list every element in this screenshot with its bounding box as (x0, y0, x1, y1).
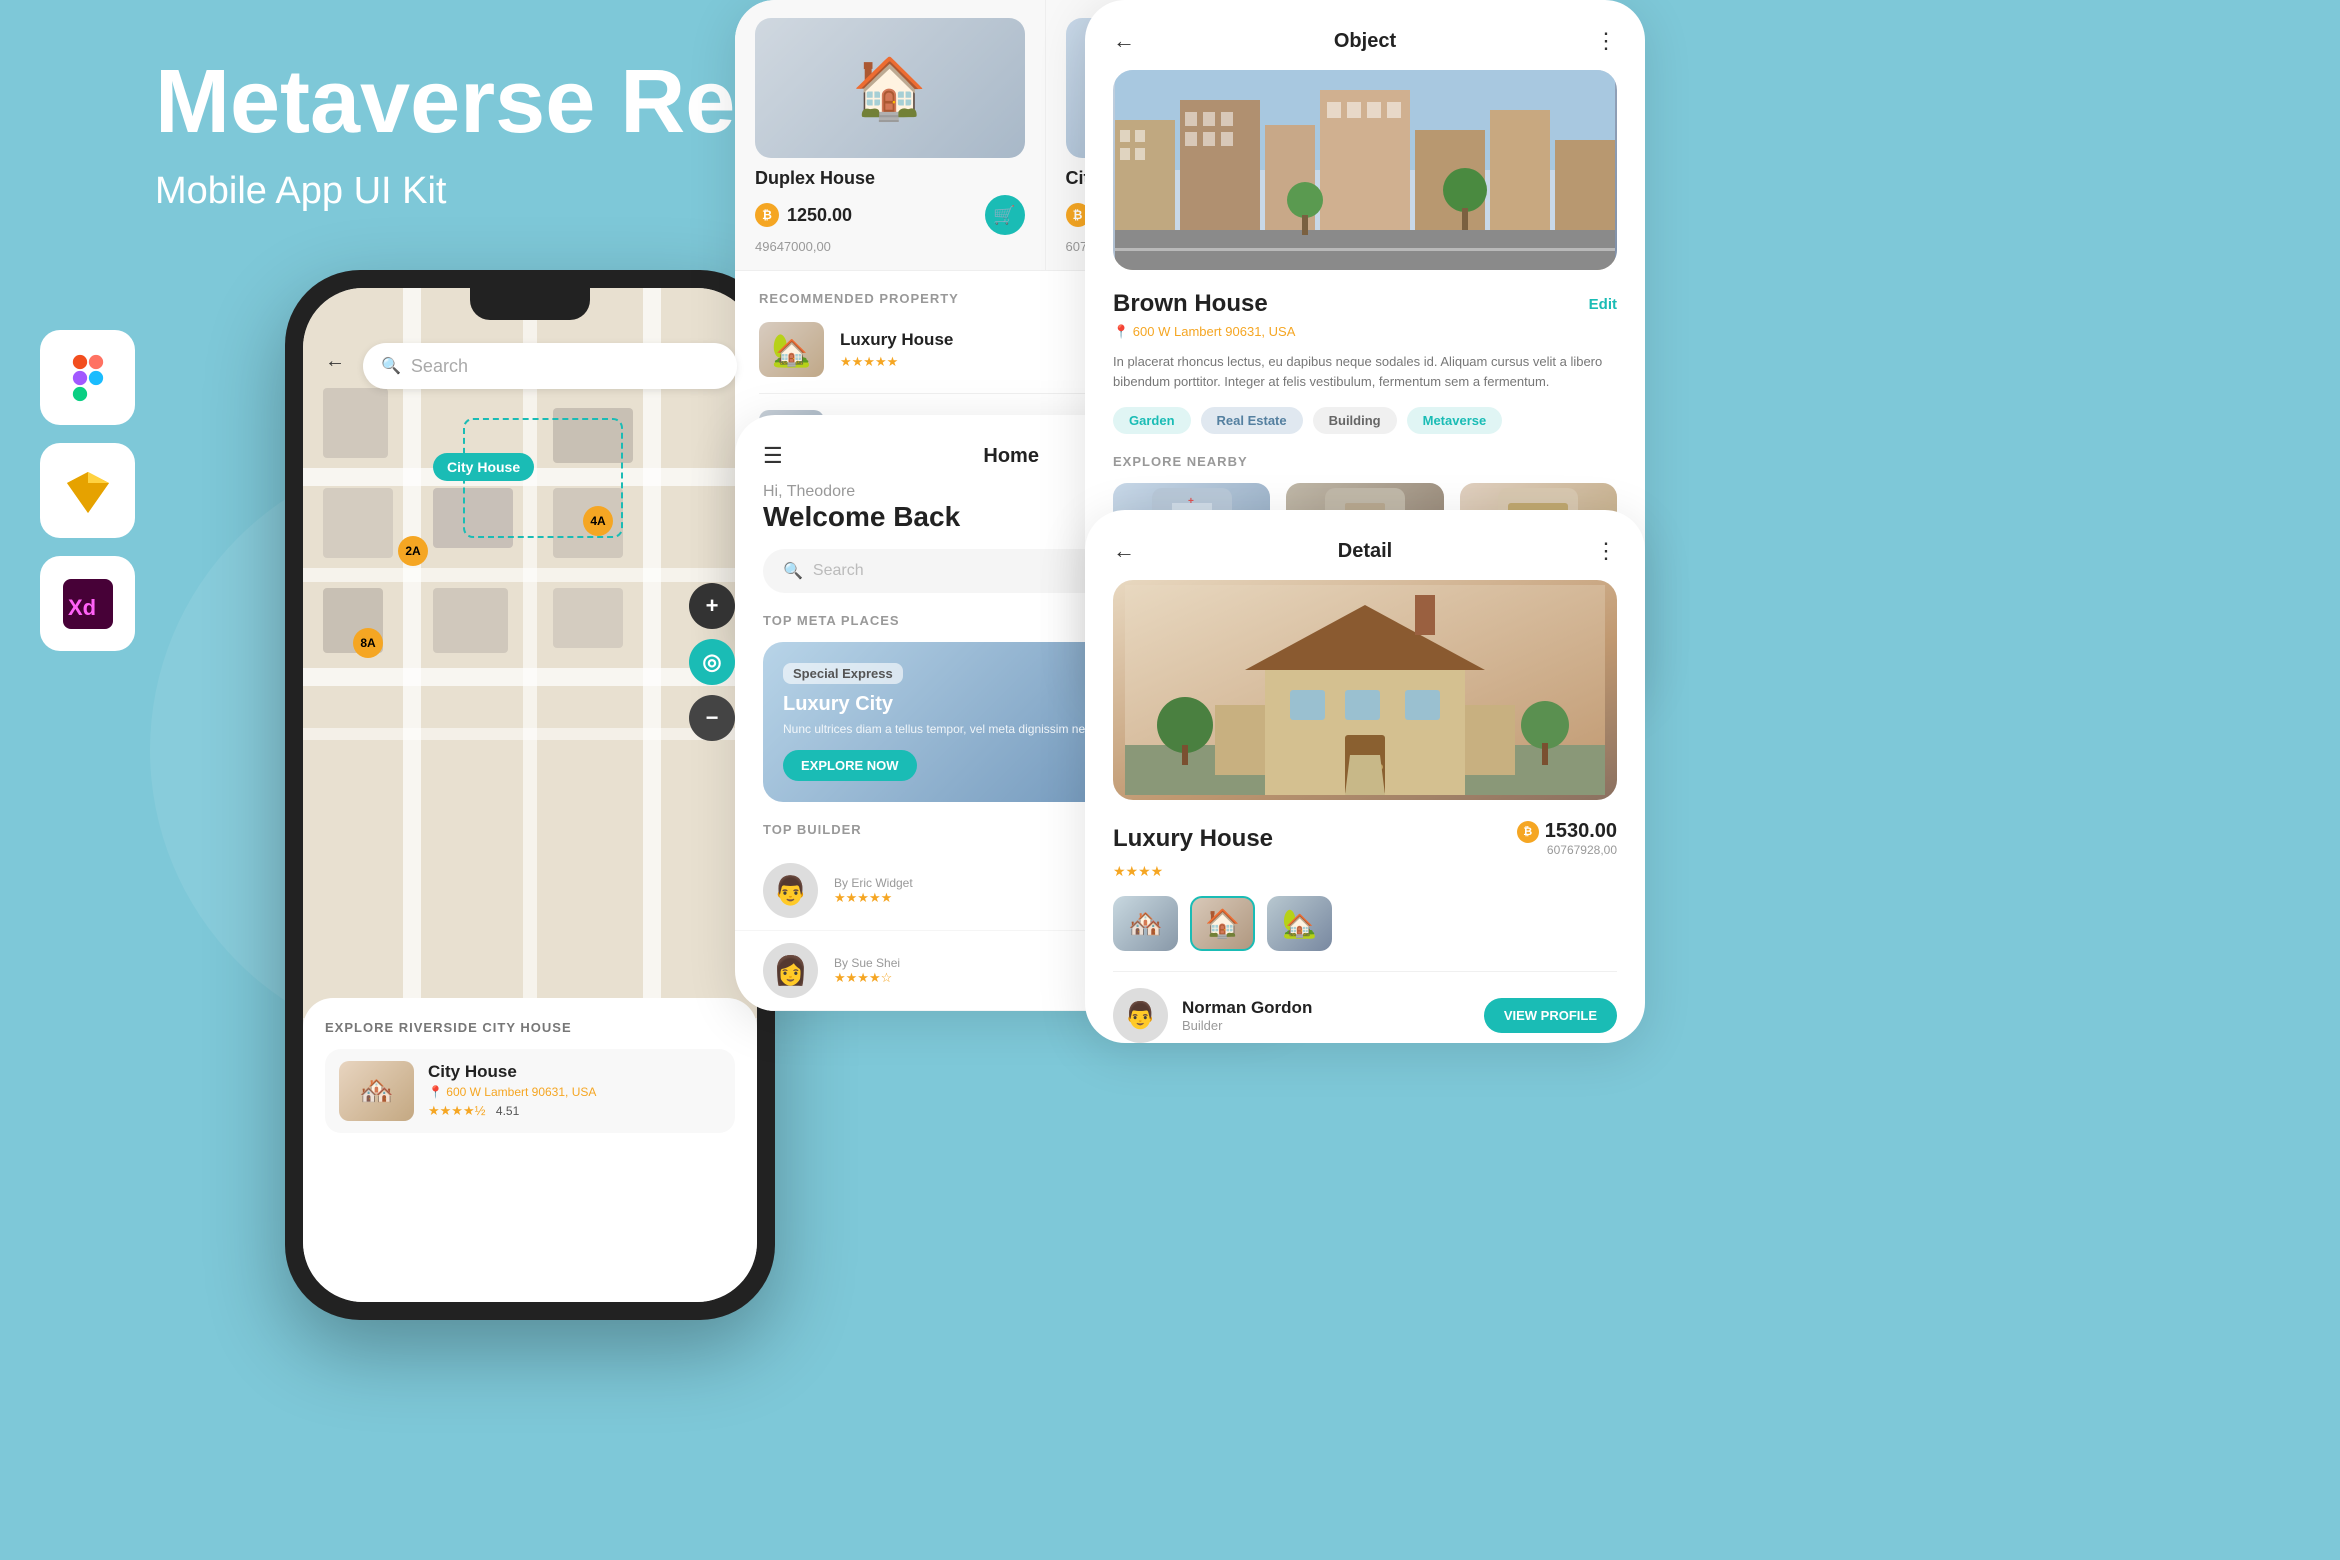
figma-icon[interactable] (40, 330, 135, 425)
prop-detail-title: Detail (1338, 540, 1392, 563)
hamburger-button[interactable]: ☰ (763, 443, 783, 469)
tag-building[interactable]: Building (1313, 407, 1397, 434)
svg-text:+: + (1188, 496, 1194, 507)
eric-avatar: 👨 (763, 863, 818, 918)
builder-avatar: 👨 (1113, 988, 1168, 1043)
city-house-card[interactable]: 🏘️ City House 📍 600 W Lambert 90631, USA… (325, 1049, 735, 1133)
sue-avatar: 👩 (763, 943, 818, 998)
sue-info: By Sue Shei ★★★★☆ (834, 956, 1118, 986)
duplex-cart-button[interactable]: 🛒 (985, 195, 1025, 235)
duplex-house-image: 🏠 (755, 18, 1025, 158)
duplex-price: 1250.00 (787, 205, 852, 226)
zoom-out-button[interactable]: − (689, 695, 735, 741)
home-search-placeholder: Search (813, 562, 864, 580)
object-property-description: In placerat rhoncus lectus, eu dapibus n… (1113, 352, 1617, 391)
eric-info: By Eric Widget ★★★★★ (834, 876, 1118, 906)
duplex-house-name: Duplex House (755, 168, 1025, 189)
pin-2a[interactable]: 2A (398, 536, 428, 566)
property-name-price-row: Luxury House ₿ 1530.00 60767928,00 (1113, 820, 1617, 857)
property-stars: ★★★★ (1113, 863, 1617, 880)
sketch-icon[interactable] (40, 443, 135, 538)
duplex-price-row: ₿ 1250.00 🛒 (755, 195, 1025, 235)
object-detail-header: ← Object ⋮ (1085, 0, 1645, 70)
pin-8a[interactable]: 8A (353, 628, 383, 658)
object-property-name: Brown House (1113, 290, 1268, 318)
tag-metaverse[interactable]: Metaverse (1407, 407, 1503, 434)
property-tags: Garden Real Estate Building Metaverse (1113, 407, 1617, 434)
builder-view-profile-button[interactable]: VIEW PROFILE (1484, 998, 1617, 1033)
xd-icon[interactable]: Xd (40, 556, 135, 651)
banner-content: Special Express Luxury City Nunc ultrice… (763, 643, 1267, 801)
map-screen: 🔍 Search ← City House 2A 4A 8A + ◎ (303, 288, 757, 1302)
banner-tag: Special Express (783, 663, 903, 684)
object-name-row: Brown House Edit (1113, 290, 1617, 318)
map-search-bar[interactable]: 🔍 Search (363, 343, 737, 389)
builder-info: Norman Gordon Builder (1182, 998, 1470, 1033)
map-controls: + ◎ − (689, 583, 735, 741)
city-house-info: City House 📍 600 W Lambert 90631, USA ★★… (428, 1062, 721, 1120)
property-price: ₿ 1530.00 (1517, 820, 1617, 843)
map-search-placeholder: Search (411, 356, 468, 377)
tool-icons-panel: Xd (40, 330, 135, 651)
property-thumbnails: 🏘️ 🏠 🏡 (1113, 896, 1617, 951)
tag-garden[interactable]: Garden (1113, 407, 1191, 434)
bitcoin-icon-detail: ₿ (1517, 821, 1539, 843)
eric-by: By Eric Widget (834, 876, 1118, 890)
banner-title: Luxury City (783, 692, 1247, 716)
duplex-sub-price: 49647000,00 (755, 239, 1025, 254)
duplex-house-card[interactable]: 🏠 Duplex House ₿ 1250.00 🛒 49647000,00 (735, 0, 1045, 271)
city-house-name: City House (428, 1062, 721, 1082)
thumbnail-3[interactable]: 🏡 (1267, 896, 1332, 951)
city-house-pin[interactable]: City House (433, 453, 534, 481)
city-house-image: 🏘️ (339, 1061, 414, 1121)
prop-detail-more-button[interactable]: ⋮ (1595, 538, 1617, 564)
prop-detail-back-button[interactable]: ← (1113, 538, 1135, 564)
city-house-address: 📍 600 W Lambert 90631, USA (428, 1085, 721, 1099)
city-house-rating: 4.51 (496, 1104, 519, 1118)
map-back-button[interactable]: ← (325, 350, 345, 373)
object-more-button[interactable]: ⋮ (1595, 28, 1617, 54)
object-hero-image (1113, 70, 1617, 270)
eric-stars: ★★★★★ (834, 890, 1118, 906)
thumbnail-1[interactable]: 🏘️ (1113, 896, 1178, 951)
object-edit-link[interactable]: Edit (1589, 296, 1617, 313)
zoom-in-button[interactable]: + (689, 583, 735, 629)
sue-stars: ★★★★☆ (834, 970, 1118, 986)
luxury-house-image: 🏡 (759, 322, 824, 377)
location-button[interactable]: ◎ (689, 639, 735, 685)
svg-text:Xd: Xd (68, 595, 96, 620)
phone-notch (470, 288, 590, 320)
object-screen-title: Object (1334, 30, 1396, 53)
builder-role: Builder (1182, 1018, 1470, 1033)
sue-by: By Sue Shei (834, 956, 1118, 970)
property-sub-price: 60767928,00 (1517, 843, 1617, 857)
pin-4a[interactable]: 4A (583, 506, 613, 536)
builder-section: 👨 Norman Gordon Builder VIEW PROFILE (1113, 971, 1617, 1043)
city-house-rating-row: ★★★★½ 4.51 (428, 1102, 721, 1120)
property-detail-header: ← Detail ⋮ (1085, 510, 1645, 580)
home-search-icon: 🔍 (783, 561, 803, 581)
bitcoin-icon-duplex: ₿ (755, 203, 779, 227)
nearby-label: EXPLORE NEARBY (1113, 454, 1617, 469)
featured-banner[interactable]: Special Express Luxury City Nunc ultrice… (763, 642, 1267, 802)
phone-mockup: 🔍 Search ← City House 2A 4A 8A + ◎ (285, 270, 775, 1320)
banner-description: Nunc ultrices diam a tellus tempor, vel … (783, 722, 1247, 736)
property-name: Luxury House (1113, 825, 1273, 853)
map-bottom-card: EXPLORE RIVERSIDE CITY HOUSE 🏘️ City Hou… (303, 998, 757, 1302)
thumbnail-2[interactable]: 🏠 (1190, 896, 1255, 951)
object-property-address: 📍 600 W Lambert 90631, USA (1113, 324, 1617, 340)
tag-real-estate[interactable]: Real Estate (1201, 407, 1303, 434)
property-price-column: ₿ 1530.00 60767928,00 (1517, 820, 1617, 857)
property-detail-info: Luxury House ₿ 1530.00 60767928,00 ★★★★ … (1085, 820, 1645, 1043)
explore-label: EXPLORE RIVERSIDE CITY HOUSE (325, 1020, 735, 1035)
city-house-stars: ★★★★½ (428, 1103, 485, 1118)
home-screen-title: Home (983, 445, 1039, 468)
explore-now-button[interactable]: EXPLORE NOW (783, 750, 917, 781)
builder-name: Norman Gordon (1182, 998, 1470, 1018)
object-back-button[interactable]: ← (1113, 28, 1135, 54)
